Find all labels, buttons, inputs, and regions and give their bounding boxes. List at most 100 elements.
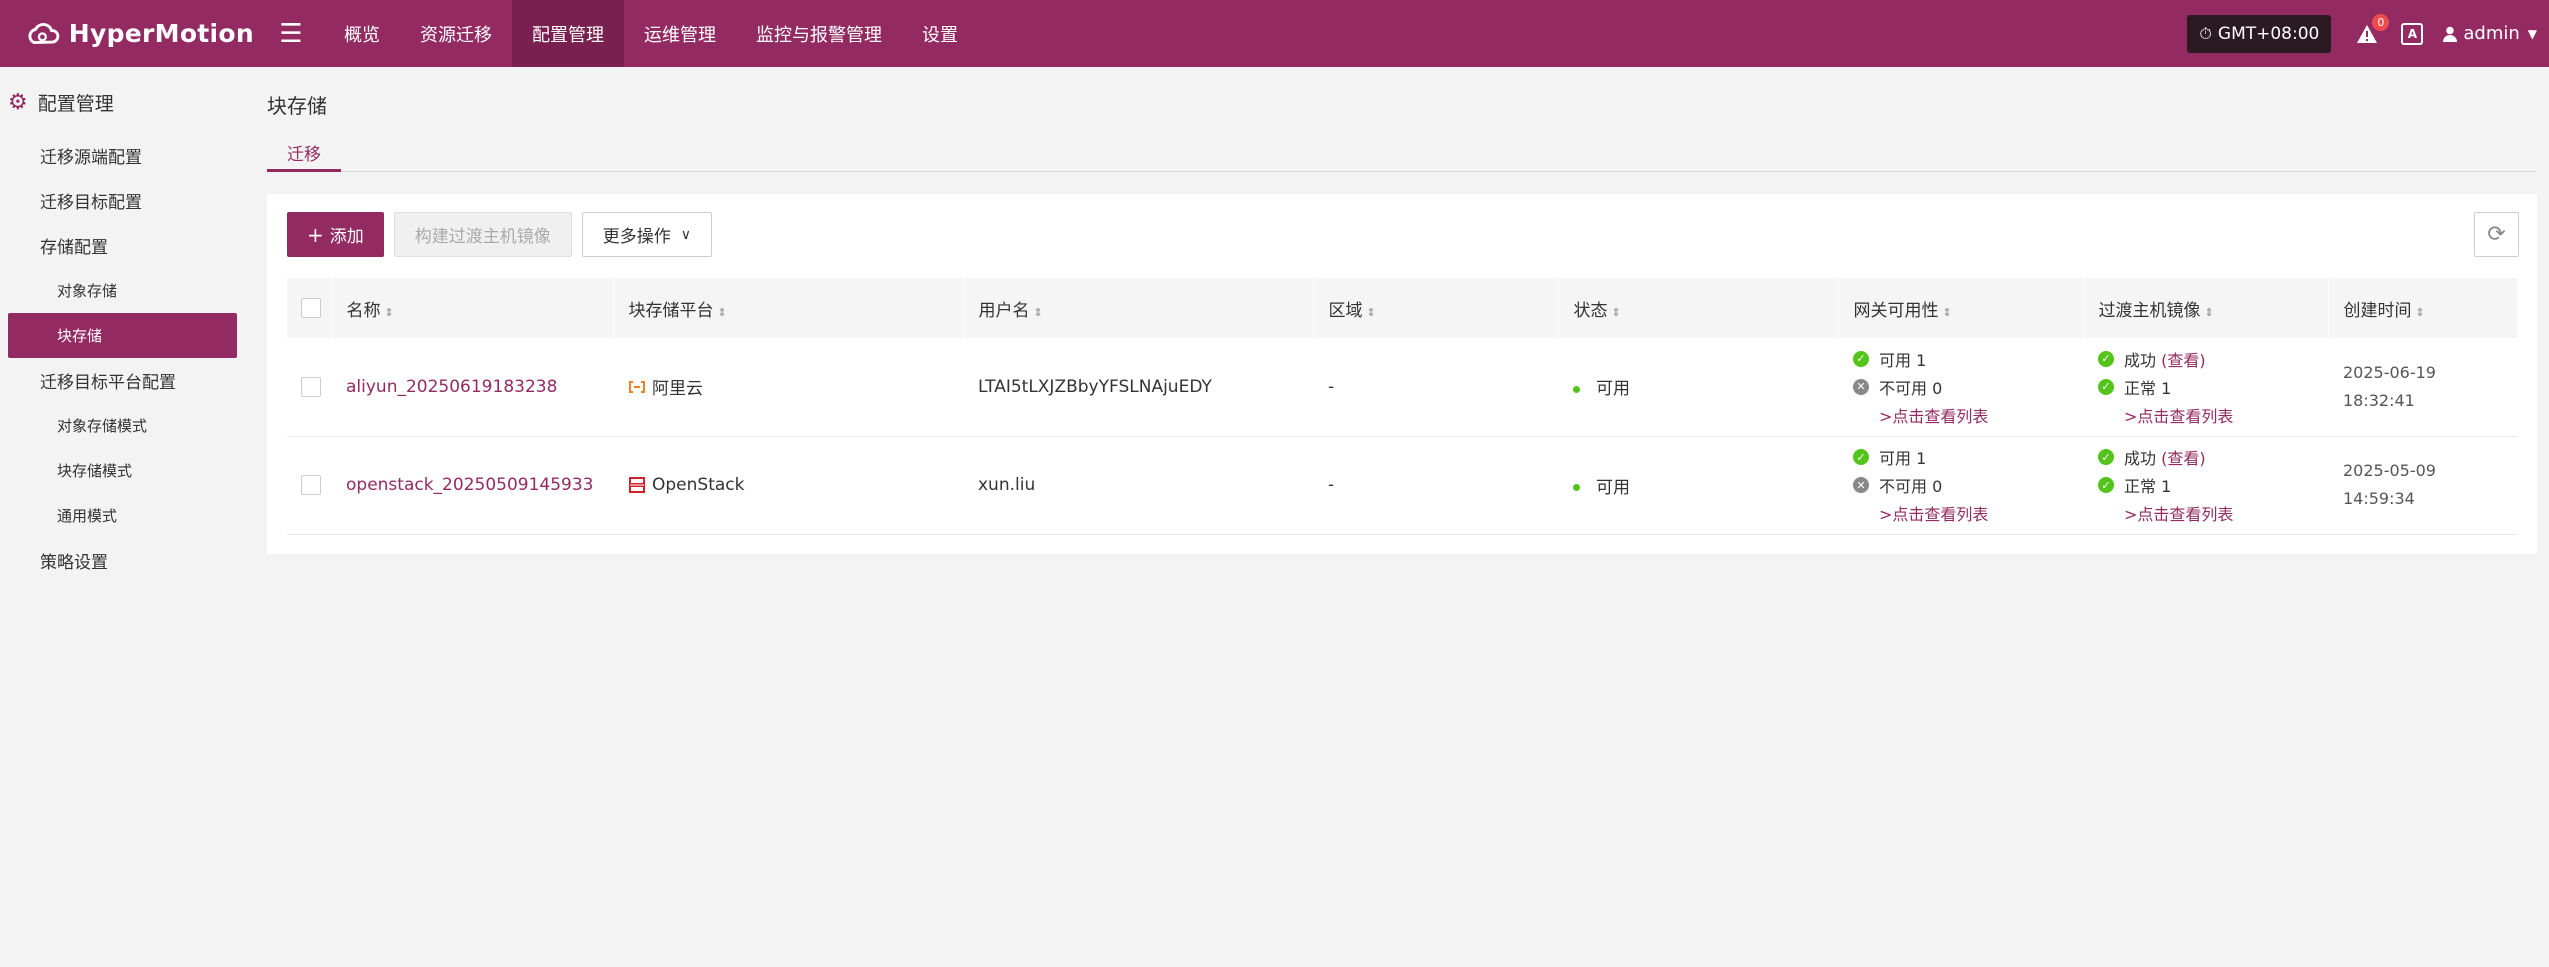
row-name-link[interactable]: aliyun_20250619183238 xyxy=(346,377,557,397)
status-cell: 可用 xyxy=(1558,338,1838,437)
sidebar-item-policy[interactable]: 策略设置 xyxy=(0,538,244,583)
nav-monitoring[interactable]: 监控与报警管理 xyxy=(736,0,902,67)
gateway-list-link[interactable]: >点击查看列表 xyxy=(1853,401,2083,429)
tab-migration[interactable]: 迁移 xyxy=(267,132,341,172)
sidebar-title: ⚙ 配置管理 xyxy=(0,67,244,133)
image-cell: ✓ 成功 (查看) ✓ 正常 1 >点击查看列表 xyxy=(2083,436,2328,535)
tab-bar: 迁移 xyxy=(267,132,2537,172)
col-status[interactable]: 状态 ⇕ xyxy=(1558,278,1839,338)
language-icon[interactable]: A xyxy=(2401,22,2424,45)
check-circle-icon: ✓ xyxy=(2098,477,2114,493)
nav-config[interactable]: 配置管理 xyxy=(512,0,624,67)
block-storage-table: 名称 ⇕ 块存储平台 ⇕ 用户名 ⇕ 区域 ⇕ 状态 ⇕ 网关可用性 ⇕ 过渡主机镜像 ⇕ 创… xyxy=(287,278,2518,535)
chevron-down-icon: ∨ xyxy=(680,226,692,243)
timezone-label: GMT+08:00 xyxy=(2217,23,2320,44)
add-button[interactable]: + 添加 xyxy=(287,212,384,257)
col-gateway[interactable]: 网关可用性 ⇕ xyxy=(1838,278,2084,338)
sort-icon: ⇕ xyxy=(1942,305,1952,319)
table-row: openstack_20250509145933 OpenStack xun.l… xyxy=(287,436,2517,535)
content-panel: + 添加 构建过渡主机镜像 更多操作 ∨ ⟳ 名称 ⇕ 块存储平台 ⇕ 用户名 ⇕ 区… xyxy=(267,194,2537,554)
refresh-icon[interactable]: ⟳ xyxy=(2474,212,2519,257)
more-actions-label: 更多操作 xyxy=(602,227,671,247)
col-created[interactable]: 创建时间 ⇕ xyxy=(2328,278,2518,338)
sidebar-item-target-platform[interactable]: 迁移目标平台配置 xyxy=(0,358,244,403)
chevron-down-icon: ▼ xyxy=(2527,26,2537,41)
row-name-link[interactable]: openstack_20250509145933 xyxy=(346,475,593,495)
toolbar: + 添加 构建过渡主机镜像 更多操作 ∨ xyxy=(287,212,722,257)
col-image[interactable]: 过渡主机镜像 ⇕ xyxy=(2083,278,2329,338)
nav-settings[interactable]: 设置 xyxy=(902,0,978,67)
col-username[interactable]: 用户名 ⇕ xyxy=(963,278,1314,338)
clock-icon: ⏱ xyxy=(2199,23,2212,43)
alert-button[interactable]: 0 xyxy=(2355,13,2390,46)
status-dot xyxy=(1573,484,1580,491)
user-icon xyxy=(2443,26,2458,42)
gear-icon: ⚙ xyxy=(8,89,28,115)
sort-icon: ⇕ xyxy=(1033,305,1043,319)
sort-icon: ⇕ xyxy=(2204,305,2214,319)
col-name[interactable]: 名称 ⇕ xyxy=(331,278,614,338)
sidebar-item-target[interactable]: 迁移目标配置 xyxy=(0,178,244,223)
gateway-list-link[interactable]: >点击查看列表 xyxy=(1853,499,2083,527)
sidebar-item-object-mode[interactable]: 对象存储模式 xyxy=(0,403,244,448)
created-cell: 2025-06-19 18:32:41 xyxy=(2328,338,2517,437)
timezone-button[interactable]: ⏱ GMT+08:00 xyxy=(2187,14,2332,53)
cloud-logo-icon xyxy=(28,22,60,44)
logo[interactable]: HyperMotion xyxy=(0,0,254,67)
aliyun-icon xyxy=(628,379,646,395)
row-checkbox[interactable] xyxy=(301,376,321,397)
sort-icon: ⇕ xyxy=(2415,305,2425,319)
top-navbar: HyperMotion ☰ 概览 资源迁移 配置管理 运维管理 监控与报警管理 … xyxy=(0,0,2549,67)
platform-cell: OpenStack xyxy=(628,475,963,495)
col-platform[interactable]: 块存储平台 ⇕ xyxy=(613,278,964,338)
page-title: 块存储 xyxy=(267,94,327,118)
brand-name: HyperMotion xyxy=(68,19,254,48)
alert-badge: 0 xyxy=(2372,13,2390,31)
build-image-button[interactable]: 构建过渡主机镜像 xyxy=(393,212,572,257)
openstack-icon xyxy=(628,477,646,493)
sort-icon: ⇕ xyxy=(1611,305,1621,319)
image-cell: ✓ 成功 (查看) ✓ 正常 1 >点击查看列表 xyxy=(2083,338,2328,437)
sidebar-title-label: 配置管理 xyxy=(37,92,114,115)
status-cell: 可用 xyxy=(1558,436,1838,535)
sort-icon: ⇕ xyxy=(1366,305,1376,319)
sidebar-item-block-storage[interactable]: 块存储 xyxy=(8,313,237,358)
more-actions-button[interactable]: 更多操作 ∨ xyxy=(581,212,713,257)
main-nav: 概览 资源迁移 配置管理 运维管理 监控与报警管理 设置 xyxy=(324,0,978,67)
check-circle-icon: ✓ xyxy=(2098,350,2114,367)
region-cell: - xyxy=(1313,436,1558,535)
image-list-link[interactable]: >点击查看列表 xyxy=(2098,499,2328,527)
menu-toggle-icon[interactable]: ☰ xyxy=(268,0,314,67)
image-view-link[interactable]: (查看) xyxy=(2161,445,2206,469)
check-circle-icon: ✓ xyxy=(1853,449,1869,465)
sidebar-item-storage[interactable]: 存储配置 xyxy=(0,223,244,268)
sidebar-item-block-mode[interactable]: 块存储模式 xyxy=(0,448,244,493)
nav-migration[interactable]: 资源迁移 xyxy=(400,0,512,67)
gateway-cell: ✓ 可用 1 ✕ 不可用 0 >点击查看列表 xyxy=(1838,436,2083,535)
close-circle-icon: ✕ xyxy=(1853,477,1869,493)
user-menu[interactable]: admin ▼ xyxy=(2443,23,2537,44)
table-row: aliyun_20250619183238 阿里云 LTAI5tLXJZBbyY… xyxy=(287,338,2517,437)
row-checkbox[interactable] xyxy=(301,475,321,495)
sidebar-item-general-mode[interactable]: 通用模式 xyxy=(0,493,244,538)
col-region[interactable]: 区域 ⇕ xyxy=(1313,278,1559,338)
plus-icon: + xyxy=(307,222,324,247)
nav-operations[interactable]: 运维管理 xyxy=(624,0,736,67)
image-list-link[interactable]: >点击查看列表 xyxy=(2098,401,2328,429)
user-name: admin xyxy=(2463,23,2520,44)
check-circle-icon: ✓ xyxy=(1853,350,1869,367)
platform-cell: 阿里云 xyxy=(628,374,963,399)
sort-icon: ⇕ xyxy=(717,305,727,319)
select-all-checkbox[interactable] xyxy=(301,298,321,318)
username-cell: LTAI5tLXJZBbyYFSLNAjuEDY xyxy=(963,338,1313,437)
sidebar: ⚙ 配置管理 迁移源端配置 迁移目标配置 存储配置 对象存储 块存储 迁移目标平… xyxy=(0,67,244,967)
username-cell: xun.liu xyxy=(963,436,1313,535)
gateway-cell: ✓ 可用 1 ✕ 不可用 0 >点击查看列表 xyxy=(1838,338,2083,437)
sidebar-item-object-storage[interactable]: 对象存储 xyxy=(0,268,244,313)
created-cell: 2025-05-09 14:59:34 xyxy=(2328,436,2517,535)
nav-overview[interactable]: 概览 xyxy=(324,0,400,67)
sidebar-item-source[interactable]: 迁移源端配置 xyxy=(0,133,244,178)
add-button-label: 添加 xyxy=(329,227,364,247)
image-view-link[interactable]: (查看) xyxy=(2161,347,2206,371)
sort-icon: ⇕ xyxy=(384,305,394,319)
